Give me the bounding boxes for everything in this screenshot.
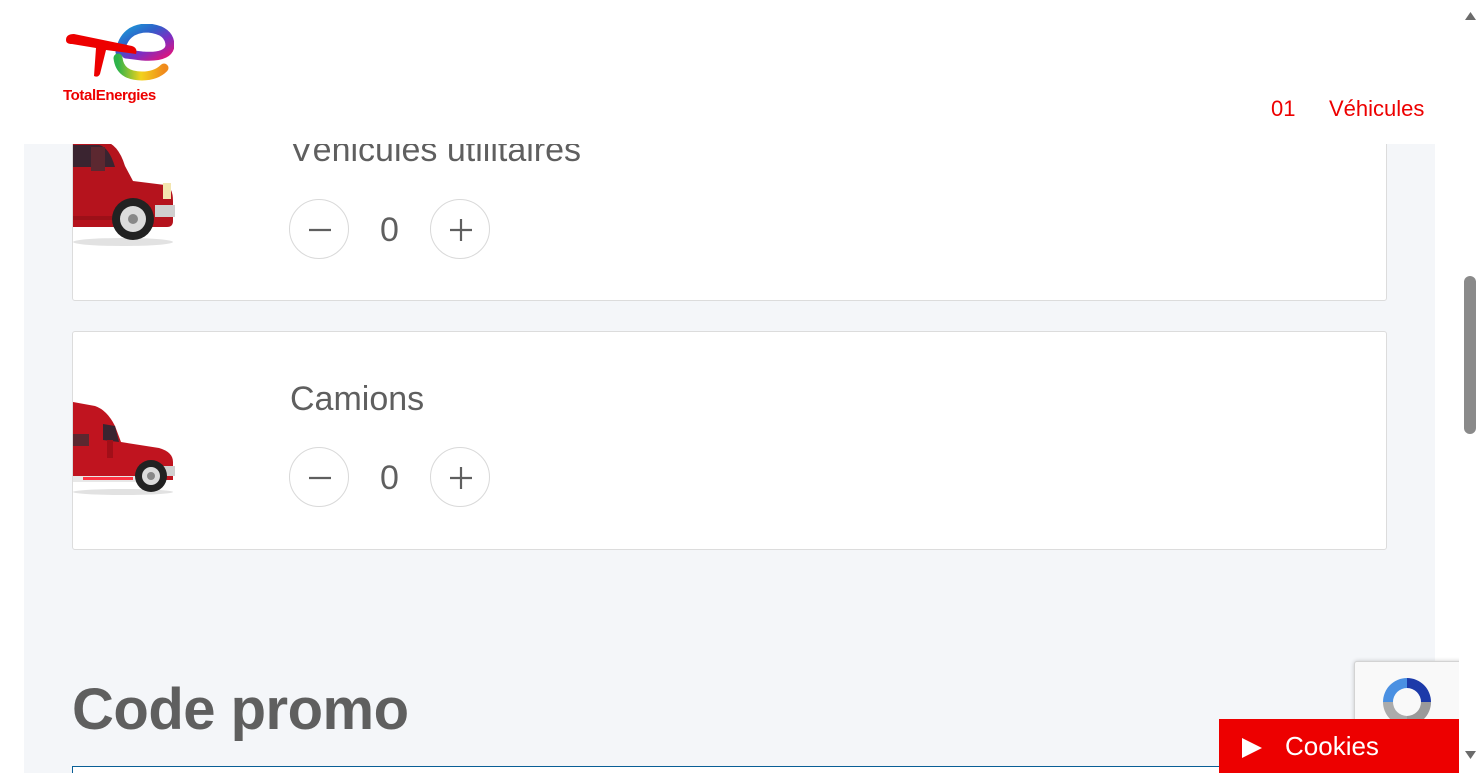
decrement-button[interactable] — [289, 199, 349, 259]
scroll-thumb[interactable] — [1464, 276, 1476, 434]
page-scrollbar[interactable] — [1459, 0, 1482, 773]
quantity-stepper: 0 — [289, 199, 491, 259]
truck-icon — [73, 402, 175, 495]
brand-name: TotalEnergies — [63, 87, 156, 104]
increment-button[interactable] — [430, 447, 490, 507]
quantity-stepper: 0 — [289, 447, 491, 507]
cookies-button[interactable]: Cookies — [1219, 719, 1459, 773]
scroll-down-arrow-icon[interactable] — [1465, 751, 1476, 759]
step-number: 01 — [1271, 96, 1296, 121]
play-icon — [1242, 738, 1262, 758]
quantity-value: 0 — [380, 459, 399, 497]
scroll-up-arrow-icon[interactable] — [1465, 12, 1476, 20]
vehicle-card-trucks: Camions 0 — [72, 331, 1387, 550]
plus-icon — [450, 219, 472, 241]
decrement-button[interactable] — [289, 447, 349, 507]
vehicle-label: Camions — [290, 380, 425, 418]
minus-icon — [309, 228, 331, 232]
promo-title: Code promo — [72, 677, 409, 742]
site-header: TotalEnergies 01 Véhicules — [0, 0, 1459, 144]
cookies-label: Cookies — [1285, 731, 1379, 761]
minus-icon — [309, 476, 331, 480]
promo-code-input[interactable] — [72, 766, 1262, 773]
increment-button[interactable] — [430, 199, 490, 259]
plus-icon — [450, 467, 472, 489]
step-label: Véhicules — [1329, 96, 1425, 121]
quantity-value: 0 — [380, 211, 399, 249]
